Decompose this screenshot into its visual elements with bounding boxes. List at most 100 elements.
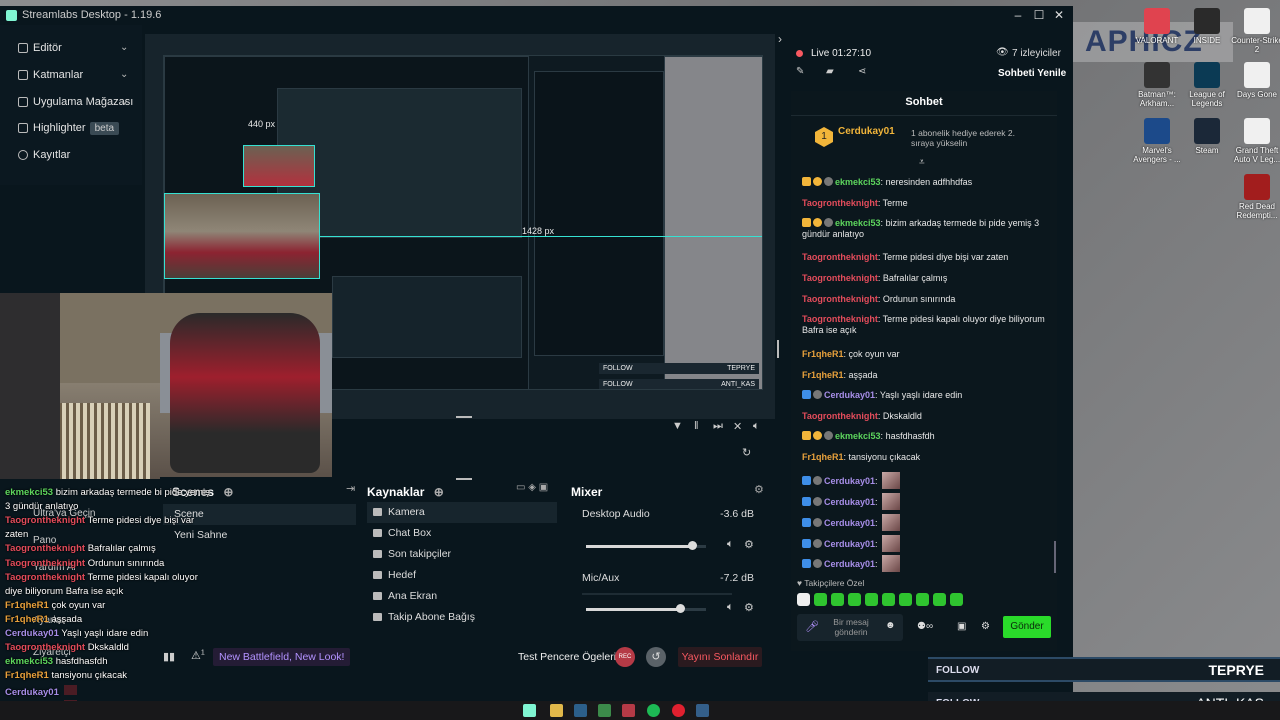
desktop-icon[interactable]: Counter-Strike 2 <box>1228 8 1280 54</box>
chat-username[interactable]: Taogrontheknight <box>802 198 878 208</box>
test-widgets-button[interactable]: Test Pencere Ögeleri <box>518 648 616 666</box>
add-source-icon[interactable]: ⊕ <box>434 485 444 499</box>
chat-username[interactable]: Fr1qheR1 <box>802 370 844 380</box>
speaker-icon[interactable]: 🔈︎ <box>727 538 734 551</box>
emote-icon[interactable] <box>950 593 963 606</box>
opera-taskbar-icon[interactable] <box>672 704 685 717</box>
channel-settings-icon[interactable]: ⚙ <box>744 538 754 551</box>
nested-follow-bar-1: FOLLOW TEPRYE <box>599 363 759 374</box>
replay-buffer-button[interactable]: ↺ <box>646 647 666 667</box>
selection-box[interactable] <box>164 193 320 279</box>
speaker-icon[interactable]: 🔈︎ <box>727 601 734 614</box>
chat-scrollbar[interactable] <box>1054 541 1056 573</box>
close-icon[interactable]: ✕ <box>1048 6 1070 25</box>
app-icon <box>1144 118 1170 144</box>
slider-knob[interactable] <box>688 541 697 550</box>
spotify-taskbar-icon[interactable] <box>647 704 660 717</box>
app-icon <box>1144 8 1170 34</box>
sidebar-item-highlighter[interactable]: Highlighter beta <box>0 115 142 141</box>
rec-button[interactable]: REC <box>615 647 635 667</box>
slider-knob[interactable] <box>676 604 685 613</box>
source-item[interactable]: Hedef <box>367 565 557 586</box>
edit-icon[interactable]: ✎ <box>796 66 804 77</box>
emoji-icon[interactable]: ☻ <box>885 620 896 631</box>
divider-handle[interactable] <box>456 478 472 480</box>
chat-username[interactable]: Cerdukay01 <box>824 476 875 486</box>
share-icon[interactable]: ⋖ <box>858 66 866 77</box>
volume-icon[interactable]: 🔈︎ <box>753 420 760 433</box>
emote-icon[interactable] <box>882 593 895 606</box>
minimize-icon[interactable]: – <box>1007 6 1029 25</box>
mail-taskbar-icon[interactable] <box>622 704 635 717</box>
chat-username[interactable]: Taogrontheknight <box>802 411 878 421</box>
steam-taskbar-icon[interactable] <box>574 704 587 717</box>
source-item[interactable]: Takip Abone Bağış <box>367 607 557 628</box>
overlay-chat-line: Fr1qheR1 çok oyun var <box>5 600 105 612</box>
chat-username[interactable]: Taogrontheknight <box>802 273 878 283</box>
chat-username[interactable]: Cerdukay01 <box>824 539 875 549</box>
steam2-taskbar-icon[interactable] <box>696 704 709 717</box>
chat-username[interactable]: ekmekci53 <box>835 177 881 187</box>
desktop-icon[interactable]: Grand Theft Auto V Leg... <box>1228 118 1280 164</box>
emote-icon[interactable] <box>916 593 929 606</box>
sidebar-item-layers[interactable]: Katmanlar ⌄ <box>0 62 142 88</box>
overlay-text: 3 gündür anlatıyo <box>5 501 79 513</box>
emote-icon[interactable] <box>848 593 861 606</box>
chat-input[interactable]: 🎤︎ Bir mesaj gönderin ☻ <box>797 614 903 641</box>
folder-taskbar-icon[interactable] <box>550 704 563 717</box>
sidebar-item-editor[interactable]: Editör ⌄ <box>0 35 142 61</box>
emote-icon[interactable] <box>797 593 810 606</box>
desktop-icon[interactable]: Red Dead Redempti... <box>1228 174 1280 220</box>
desktop-icon[interactable]: Days Gone <box>1228 62 1280 99</box>
selection-box-small[interactable] <box>243 145 315 187</box>
filter-icon[interactable]: ▼ <box>672 420 683 432</box>
chat-settings-icon[interactable]: ⚙ <box>981 621 990 632</box>
mixer-settings-icon[interactable]: ⚙ <box>754 483 764 496</box>
stream-info-icon[interactable]: ▰ <box>826 66 834 77</box>
chat-username[interactable]: Taogrontheknight <box>802 314 878 324</box>
desktop-audio-slider[interactable] <box>586 541 706 550</box>
chat-username[interactable]: Taogrontheknight <box>802 252 878 262</box>
chat-username[interactable]: Fr1qheR1 <box>802 452 844 462</box>
chat-username[interactable]: Fr1qheR1 <box>802 349 844 359</box>
resize-handle[interactable] <box>777 340 779 358</box>
chat-username[interactable]: Cerdukay01 <box>824 518 875 528</box>
emote-icon[interactable] <box>933 593 946 606</box>
source-item[interactable]: Son takipçiler <box>367 544 557 565</box>
refresh-chat-button[interactable]: Sohbeti Yenile <box>998 68 1066 79</box>
emote-icon[interactable] <box>814 593 827 606</box>
chat-username[interactable]: ekmekci53 <box>835 218 881 228</box>
chat-username[interactable]: Cerdukay01 <box>824 390 875 400</box>
maximize-icon[interactable]: ☐ <box>1028 6 1050 25</box>
emote-icon[interactable] <box>865 593 878 606</box>
sidebar-item-recordings[interactable]: Kayıtlar <box>0 142 142 168</box>
emote-icon[interactable] <box>899 593 912 606</box>
mute-icon[interactable]: ✕ <box>733 420 742 433</box>
send-button[interactable]: Gönder <box>1003 616 1051 638</box>
sidebar-item-app-store[interactable]: Uygulama Mağazası ⌄ <box>0 89 142 115</box>
skip-icon[interactable]: ⏭ <box>713 420 723 433</box>
source-item[interactable]: Chat Box <box>367 523 557 544</box>
source-item[interactable]: Kamera <box>367 502 557 523</box>
scroll-down-icon[interactable]: ⩡ <box>919 157 925 168</box>
store-icon[interactable]: ▣ <box>957 621 966 632</box>
collapse-sources-icon[interactable]: ⇥ <box>346 482 355 495</box>
users-icon[interactable]: ⚉∞ <box>917 621 933 632</box>
collapse-arrow-icon[interactable]: › <box>778 32 782 46</box>
chat-username[interactable]: Taogrontheknight <box>802 294 878 304</box>
pinned-user[interactable]: Cerdukay01 <box>838 126 895 137</box>
emote-icon[interactable] <box>831 593 844 606</box>
chat-username[interactable]: Cerdukay01 <box>824 559 875 569</box>
streamlabs-taskbar-icon[interactable] <box>523 704 536 717</box>
emote-row[interactable] <box>797 593 1047 609</box>
chat-username[interactable]: ekmekci53 <box>835 431 881 441</box>
pause-icon[interactable]: ‖ <box>694 420 699 432</box>
source-tool-icons[interactable]: ▭ ◈ ▣ <box>516 482 548 493</box>
refresh-icon[interactable]: ↻ <box>742 446 751 459</box>
chat-username[interactable]: Cerdukay01 <box>824 497 875 507</box>
channel-settings-icon[interactable]: ⚙ <box>744 601 754 614</box>
notes-taskbar-icon[interactable] <box>598 704 611 717</box>
source-item[interactable]: Ana Ekran <box>367 586 557 607</box>
end-stream-button[interactable]: Yayını Sonlandır <box>678 647 762 667</box>
mic-aux-slider[interactable] <box>586 604 706 613</box>
